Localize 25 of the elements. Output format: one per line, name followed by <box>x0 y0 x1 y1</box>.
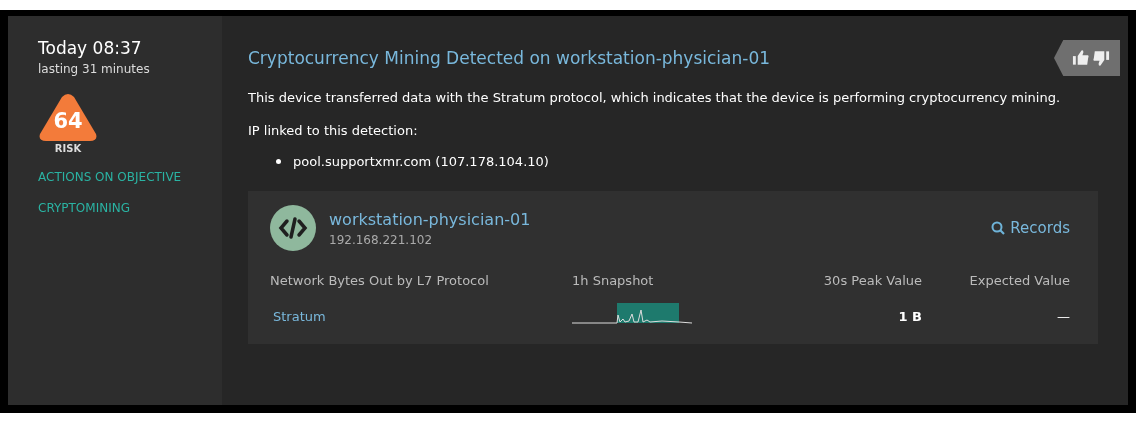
device-ip: 192.168.221.102 <box>329 232 434 247</box>
expected-value: — <box>1056 309 1070 324</box>
code-icon <box>270 205 316 251</box>
detection-time: Today 08:37 <box>38 38 142 58</box>
category-link[interactable]: ACTIONS ON OBJECTIVE <box>38 170 182 184</box>
device-name-link[interactable]: workstation-physician-01 <box>329 209 992 229</box>
category-link[interactable]: CRYPTOMINING <box>38 201 130 215</box>
risk-triangle-icon <box>38 94 98 142</box>
ip-item: pool.supportxmr.com (107.178.104.10) <box>276 154 1098 169</box>
ip-heading: IP linked to this detection: <box>248 123 419 138</box>
column-header: 30s Peak Value <box>822 273 922 288</box>
feedback-button[interactable] <box>1054 40 1120 76</box>
protocol-link[interactable]: Stratum <box>270 309 572 324</box>
description-text: This device transferred data with the Stratum protocol, which indicates that the device is performing cryptocurrency mining. <box>248 90 1062 105</box>
detection-title[interactable]: Cryptocurrency Mining Detected on workstation-physician-01 <box>248 48 771 68</box>
column-header: 1h Snapshot <box>572 273 655 288</box>
risk-label: RISK <box>54 143 82 154</box>
column-header: Network Bytes Out by L7 Protocol <box>270 273 490 288</box>
thumbs-icon <box>1072 49 1110 67</box>
duration-text: lasting 31 minutes <box>38 62 150 76</box>
peak-value: 1 B <box>897 309 922 324</box>
column-header: Expected Value <box>968 273 1070 288</box>
records-link[interactable]: Records <box>991 219 1070 237</box>
search-icon <box>991 221 1006 235</box>
risk-score: 64 <box>52 109 84 133</box>
